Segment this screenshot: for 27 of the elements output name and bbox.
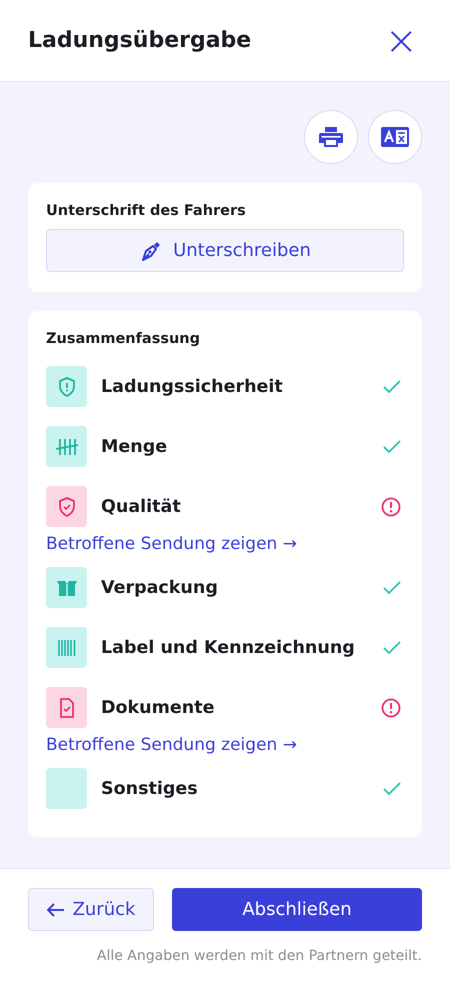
close-button[interactable]: × — [380, 20, 422, 60]
document-check-icon — [58, 698, 74, 718]
box-icon — [56, 578, 78, 596]
page-title: Ladungsübergabe — [28, 28, 252, 53]
translate-icon — [381, 127, 409, 147]
footer-note: Alle Angaben werden mit den Partnern geteilt. — [96, 948, 422, 964]
category-label: Qualität — [101, 496, 182, 516]
barcode-icon — [56, 638, 76, 656]
category-label: Ladungssicherheit — [101, 376, 284, 396]
back-button[interactable]: Zurück — [28, 888, 154, 931]
category-label: Sonstiges — [101, 778, 199, 798]
print-button[interactable] — [304, 110, 358, 164]
shield-icon — [58, 376, 76, 396]
sign-button[interactable]: Unterschreiben — [46, 229, 404, 272]
section-title: Zusammenfassung — [46, 331, 202, 347]
arrow-left-icon — [46, 902, 65, 916]
tally-icon — [54, 436, 78, 456]
shield-check-icon — [58, 496, 76, 516]
category-label: Label und Kennzeichnung — [101, 638, 356, 658]
show-shipment-link[interactable]: Betroffene Sendung zeigen → — [46, 735, 404, 755]
section-title: Unterschrift des Fahrers — [46, 203, 247, 219]
show-shipment-link[interactable]: Betroffene Sendung zeigen → — [46, 534, 404, 554]
category-label: Menge — [101, 436, 168, 456]
printer-icon — [319, 126, 343, 148]
category-label: Verpackung — [101, 578, 219, 598]
category-label: Dokumente — [101, 698, 216, 718]
finish-button[interactable]: Abschließen — [172, 888, 422, 931]
